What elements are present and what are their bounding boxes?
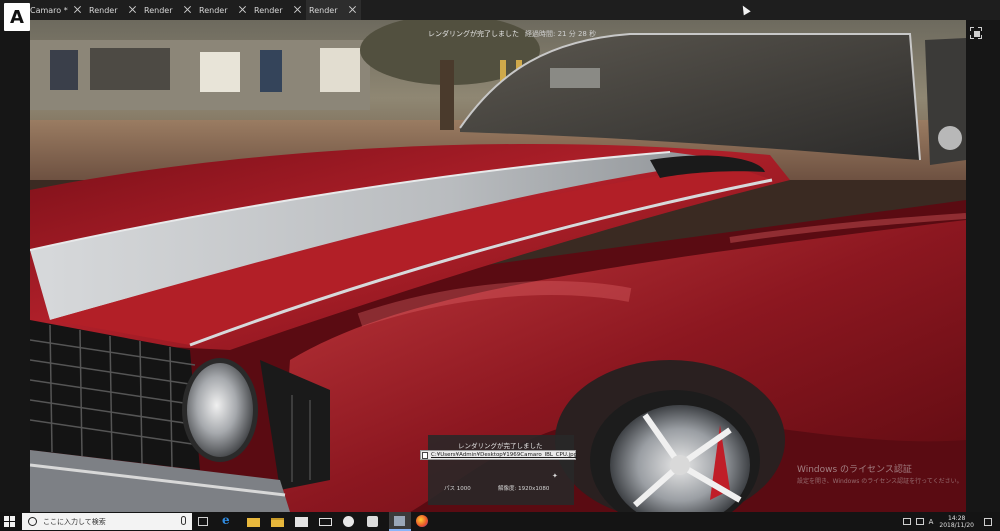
windows-start-icon[interactable] — [4, 516, 15, 527]
app-window: Camaro * Render Render Render Render Ren… — [0, 0, 1000, 531]
app-logo: A — [4, 3, 30, 31]
store-icon[interactable] — [295, 517, 308, 527]
system-tray: A 14:28 2018/11/20 — [902, 512, 992, 531]
firefox-icon[interactable] — [416, 515, 428, 527]
tab-camaro[interactable]: Camaro * — [30, 0, 86, 20]
tab-label: Render — [254, 5, 283, 15]
app-icon[interactable] — [343, 516, 354, 527]
right-margin — [966, 20, 1000, 512]
microphone-icon[interactable] — [181, 516, 186, 525]
file-icon — [422, 452, 428, 459]
elapsed-time: 経過時間: 21 分 28 秒 — [525, 30, 597, 38]
tab-label: Render — [199, 5, 228, 15]
tab-render-5[interactable]: Render — [306, 0, 361, 20]
tab-label: Camaro * — [30, 5, 68, 15]
close-icon[interactable] — [73, 5, 82, 14]
fullscreen-icon[interactable] — [970, 27, 982, 39]
tab-label: Render — [144, 5, 173, 15]
edge-browser-icon[interactable]: e — [222, 513, 235, 527]
volume-icon[interactable] — [915, 518, 924, 525]
clock-date: 2018/11/20 — [939, 521, 974, 529]
render-app-taskbar-icon[interactable] — [389, 512, 411, 531]
render-complete-notification[interactable]: レンダリングが完了しました C:¥Users¥Admin¥Desktop¥196… — [420, 435, 577, 505]
close-icon[interactable] — [348, 5, 357, 14]
tab-render-3[interactable]: Render — [196, 0, 251, 20]
activation-watermark: Windows のライセンス認証 — [797, 465, 912, 475]
ime-indicator[interactable]: A — [929, 518, 934, 526]
mouse-cursor-icon — [739, 3, 751, 16]
left-margin — [0, 20, 30, 512]
action-center-icon[interactable] — [984, 517, 992, 526]
pin-icon[interactable]: ✦ — [552, 472, 558, 480]
tab-bar: Camaro * Render Render Render Render Ren… — [0, 0, 1000, 20]
tab-label: Render — [309, 5, 338, 15]
output-path-row[interactable]: C:¥Users¥Admin¥Desktop¥1969Camaro_IBL_CP… — [420, 450, 577, 460]
clock-time: 14:28 — [948, 514, 966, 522]
render-status: レンダリングが完了しました 経過時間: 21 分 28 秒 — [428, 29, 596, 39]
close-icon[interactable] — [293, 5, 302, 14]
search-placeholder: ここに入力して検索 — [43, 518, 106, 526]
folder-icon[interactable] — [271, 518, 284, 527]
task-view-icon[interactable] — [198, 517, 208, 526]
activation-watermark-subtitle: 設定を開き、Windows のライセンス認証を行ってください。 — [797, 478, 963, 485]
file-explorer-icon[interactable] — [247, 518, 260, 527]
output-file-link[interactable]: C:¥Users¥Admin¥Desktop¥1969Camaro_IBL_CP… — [431, 452, 577, 458]
network-icon[interactable] — [902, 518, 911, 525]
mail-icon[interactable] — [319, 518, 332, 526]
tab-render-1[interactable]: Render — [86, 0, 141, 20]
render-status-text: レンダリングが完了しました — [428, 30, 519, 38]
notification-title: レンダリングが完了しました — [458, 442, 543, 450]
taskbar: ここに入力して検索 e A 14:28 2018/11/20 — [0, 512, 1000, 531]
tab-label: Render — [89, 5, 118, 15]
close-icon[interactable] — [183, 5, 192, 14]
render-resolution: 解像度: 1920x1080 — [498, 486, 550, 492]
close-icon[interactable] — [238, 5, 247, 14]
tab-render-4[interactable]: Render — [251, 0, 306, 20]
cortana-icon — [28, 517, 37, 526]
tab-list: Camaro * Render Render Render Render Ren… — [30, 0, 361, 20]
tab-render-2[interactable]: Render — [141, 0, 196, 20]
clock[interactable]: 14:28 2018/11/20 — [939, 515, 974, 529]
close-icon[interactable] — [128, 5, 137, 14]
render-passes: パス 1000 — [444, 486, 471, 492]
app-icon-2[interactable] — [367, 516, 378, 527]
taskbar-search-box[interactable]: ここに入力して検索 — [22, 513, 192, 530]
